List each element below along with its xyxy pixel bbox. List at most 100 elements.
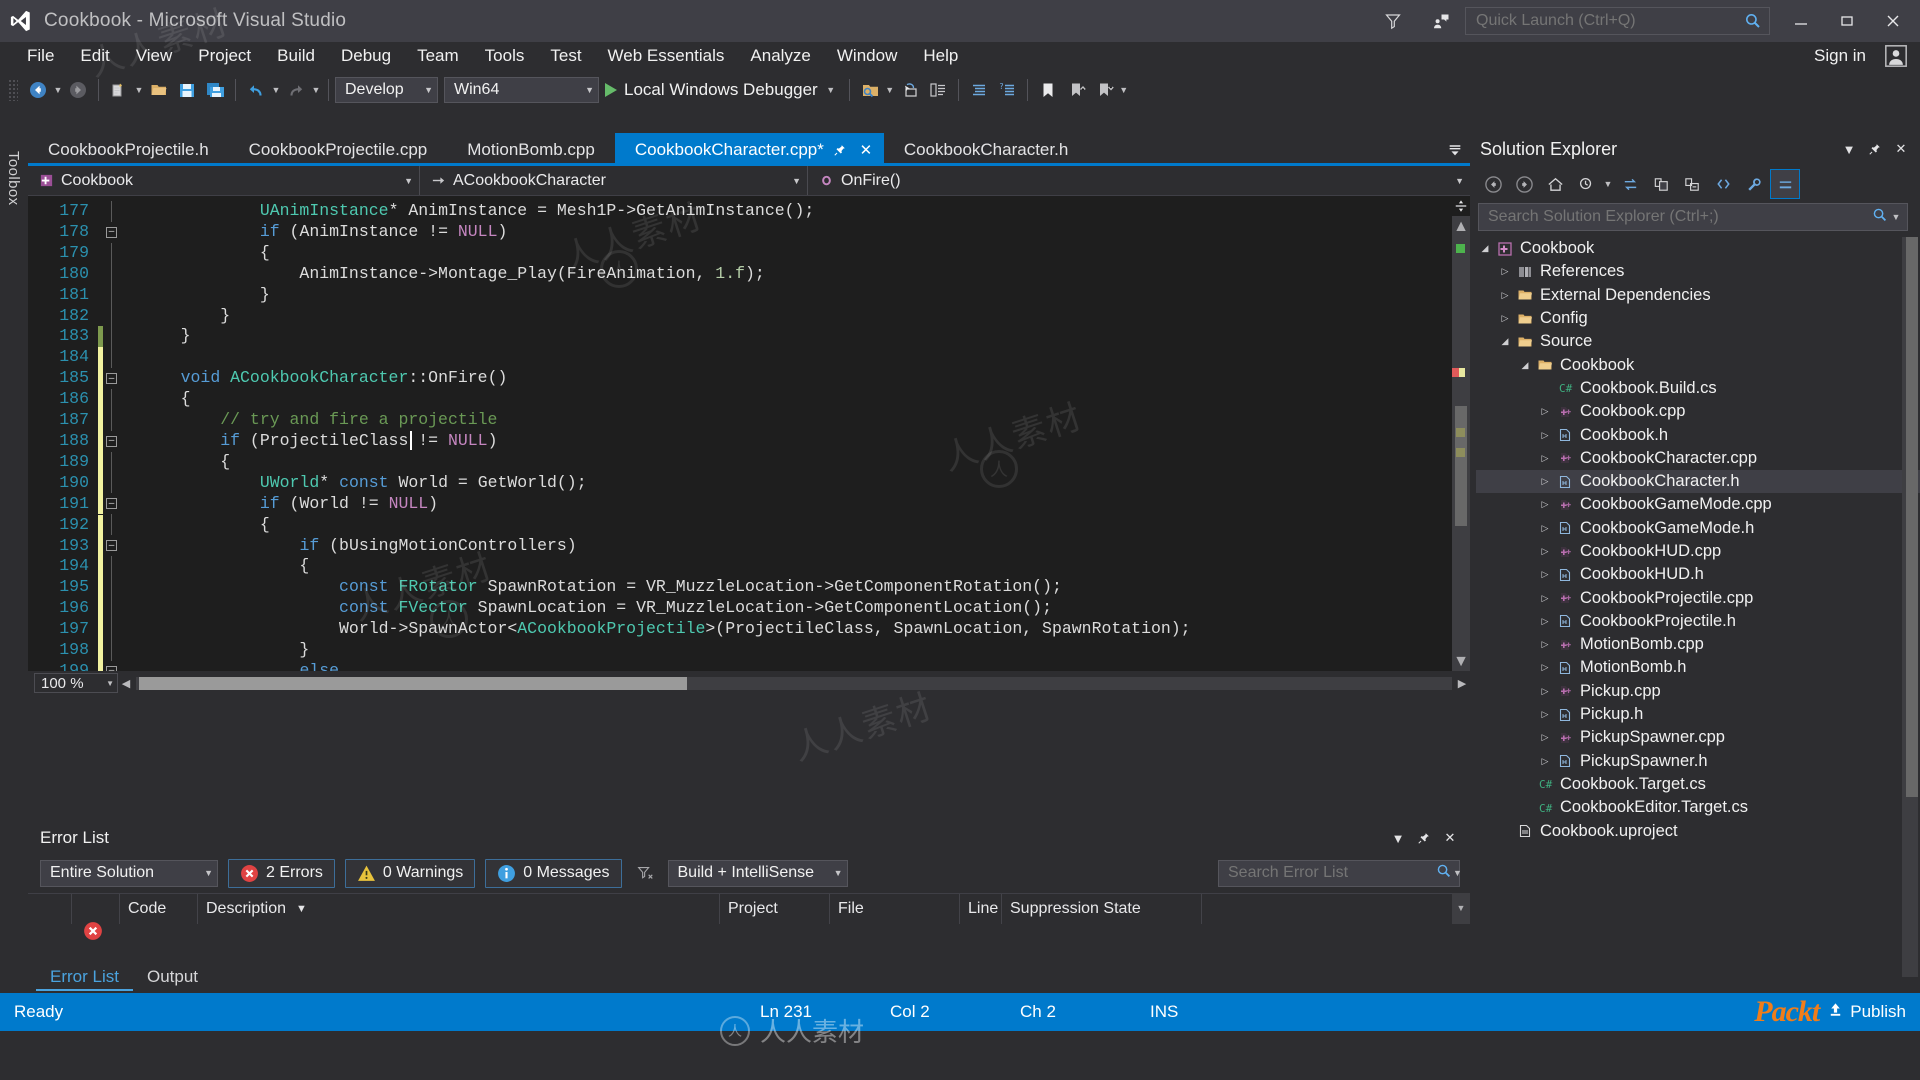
tree-item[interactable]: ▷ CookbookHUD.cpp <box>1476 540 1920 563</box>
column-header-icon[interactable] <box>72 893 120 924</box>
chevron-right-icon[interactable]: ▷ <box>1496 313 1514 324</box>
pin-icon[interactable] <box>830 139 850 161</box>
pending-changes-dropdown-icon[interactable]: ▼ <box>1602 169 1614 199</box>
chevron-right-icon[interactable]: ▷ <box>1536 569 1554 580</box>
code-line[interactable]: } <box>141 326 1452 347</box>
chevron-right-icon[interactable]: ▷ <box>1536 476 1554 487</box>
column-header-line[interactable]: Line <box>960 893 1002 924</box>
scrollbar-thumb[interactable] <box>139 676 687 690</box>
filter-icon[interactable] <box>1369 0 1417 42</box>
collapse-icon[interactable]: – <box>106 373 117 385</box>
chevron-right-icon[interactable]: ▷ <box>1536 686 1554 697</box>
menu-test[interactable]: Test <box>537 43 594 69</box>
navigate-forward-icon[interactable] <box>64 75 92 105</box>
search-options-icon[interactable]: ▼ <box>1889 212 1903 222</box>
document-tab[interactable]: CookbookCharacter.h <box>883 133 1089 166</box>
dropdown-icon[interactable]: ▼ <box>1386 826 1410 850</box>
column-header-project[interactable]: Project <box>720 893 830 924</box>
undo-icon[interactable] <box>242 75 270 105</box>
dropdown-icon[interactable]: ▼ <box>1838 137 1860 161</box>
code-line[interactable]: { <box>141 556 1452 577</box>
navigate-back-dropdown-icon[interactable]: ▼ <box>52 75 64 105</box>
menu-project[interactable]: Project <box>185 43 264 69</box>
tree-item[interactable]: ▷ CookbookProjectile.cpp <box>1476 586 1920 609</box>
tree-item[interactable]: ▷ CookbookGameMode.h <box>1476 517 1920 540</box>
close-icon[interactable]: ✕ <box>1438 826 1462 850</box>
search-options-icon[interactable]: ▼ <box>1453 868 1462 878</box>
collapse-icon[interactable]: – <box>106 435 117 447</box>
search-icon[interactable] <box>1743 11 1763 31</box>
code-line[interactable]: const FRotator SpawnRotation = VR_Muzzle… <box>141 577 1452 598</box>
chevron-right-icon[interactable]: ▷ <box>1536 732 1554 743</box>
collapse-icon[interactable]: – <box>106 665 117 671</box>
tree-item[interactable]: ▷ PickupSpawner.h <box>1476 750 1920 773</box>
toolbar-overflow-icon[interactable]: ▼ <box>1118 75 1130 105</box>
forward-icon[interactable] <box>1509 169 1539 199</box>
redo-icon[interactable] <box>282 75 310 105</box>
show-all-files-icon[interactable] <box>1708 169 1738 199</box>
code-line[interactable]: UWorld* const World = GetWorld(); <box>141 473 1452 494</box>
save-icon[interactable] <box>173 75 201 105</box>
chevron-down-icon[interactable]: ◢ <box>1476 243 1494 254</box>
chevron-right-icon[interactable]: ▷ <box>1536 499 1554 510</box>
minimize-button[interactable] <box>1778 0 1824 42</box>
chevron-right-icon[interactable]: ▷ <box>1536 523 1554 534</box>
refresh-icon[interactable] <box>1646 169 1676 199</box>
undo-dropdown-icon[interactable]: ▼ <box>270 75 282 105</box>
outlining-margin[interactable]: – – – – – – <box>103 196 125 671</box>
code-line[interactable]: else <box>141 661 1452 671</box>
chevron-right-icon[interactable]: ▷ <box>1536 639 1554 650</box>
outlining-collapse-toggle[interactable]: – <box>103 493 125 514</box>
chevron-right-icon[interactable]: ▷ <box>1536 616 1554 627</box>
chevron-right-icon[interactable]: ▷ <box>1536 593 1554 604</box>
tree-item[interactable]: ▷ MotionBomb.h <box>1476 656 1920 679</box>
outlining-collapse-toggle[interactable]: – <box>103 222 125 243</box>
chevron-down-icon[interactable]: ▼ <box>825 75 837 105</box>
chevron-right-icon[interactable]: ▷ <box>1496 290 1514 301</box>
menu-build[interactable]: Build <box>264 43 328 69</box>
editor-horizontal-scrollbar[interactable] <box>136 676 1452 690</box>
quick-launch-input[interactable] <box>1476 12 1743 30</box>
document-tab[interactable]: CookbookProjectile.cpp <box>228 133 448 166</box>
menu-view[interactable]: View <box>123 43 186 69</box>
solution-configuration-combo[interactable]: Develop ▼ <box>335 77 438 103</box>
code-line[interactable]: void ACookbookCharacter::OnFire() <box>141 368 1452 389</box>
collapse-icon[interactable]: – <box>106 540 117 552</box>
chevron-down-icon[interactable]: ◢ <box>1496 336 1514 347</box>
close-icon[interactable]: ✕ <box>856 139 876 161</box>
code-line[interactable]: } <box>141 640 1452 661</box>
code-editor[interactable]: 177 178 179 180 181 182 183 184 185 186 187 188 189 1… <box>28 196 1470 671</box>
tree-item[interactable]: C# CookbookEditor.Target.cs <box>1476 796 1920 819</box>
tree-item[interactable]: ▷ References <box>1476 260 1920 283</box>
error-list-search-input[interactable] <box>1228 864 1435 882</box>
document-tab[interactable]: MotionBomb.cpp <box>447 133 615 166</box>
column-header-file[interactable]: File <box>830 893 960 924</box>
scroll-down-arrow[interactable]: ▼ <box>1452 653 1470 671</box>
tab-error-list[interactable]: Error List <box>36 963 133 991</box>
editor-vertical-scrollbar[interactable]: ▲ ▼ <box>1452 196 1470 671</box>
menu-analyze[interactable]: Analyze <box>737 43 823 69</box>
tree-item[interactable]: ▷ Cookbook.h <box>1476 423 1920 446</box>
feedback-icon[interactable] <box>1417 0 1465 42</box>
quick-launch-box[interactable] <box>1465 7 1770 35</box>
back-icon[interactable] <box>1478 169 1508 199</box>
chevron-right-icon[interactable]: ▷ <box>1536 453 1554 464</box>
bookmark-icon[interactable] <box>1034 75 1062 105</box>
account-icon[interactable] <box>1882 44 1910 68</box>
code-line[interactable]: const FVector SpawnLocation = VR_MuzzleL… <box>141 598 1452 619</box>
code-line[interactable]: AnimInstance->Montage_Play(FireAnimation… <box>141 264 1452 285</box>
open-file-icon[interactable] <box>145 75 173 105</box>
code-line[interactable]: { <box>141 515 1452 536</box>
home-icon[interactable] <box>1540 169 1570 199</box>
navigate-back-icon[interactable] <box>24 75 52 105</box>
menu-file[interactable]: File <box>14 43 67 69</box>
column-header-suppression-state[interactable]: Suppression State <box>1002 893 1202 924</box>
solution-explorer-tree[interactable]: ◢ Cookbook ▷ References ▷ External Dependenci… <box>1470 237 1920 977</box>
tree-item[interactable]: ◢ Cookbook <box>1476 237 1920 260</box>
code-text[interactable]: UAnimInstance* AnimInstance = Mesh1P->Ge… <box>139 196 1452 671</box>
tree-item[interactable]: ▷ CookbookHUD.h <box>1476 563 1920 586</box>
warnings-filter-button[interactable]: 0 Warnings <box>344 858 476 888</box>
code-line[interactable]: // try and fire a projectile <box>141 410 1452 431</box>
tree-item[interactable]: C# Cookbook.Target.cs <box>1476 773 1920 796</box>
tree-item[interactable]: ▷ External Dependencies <box>1476 284 1920 307</box>
